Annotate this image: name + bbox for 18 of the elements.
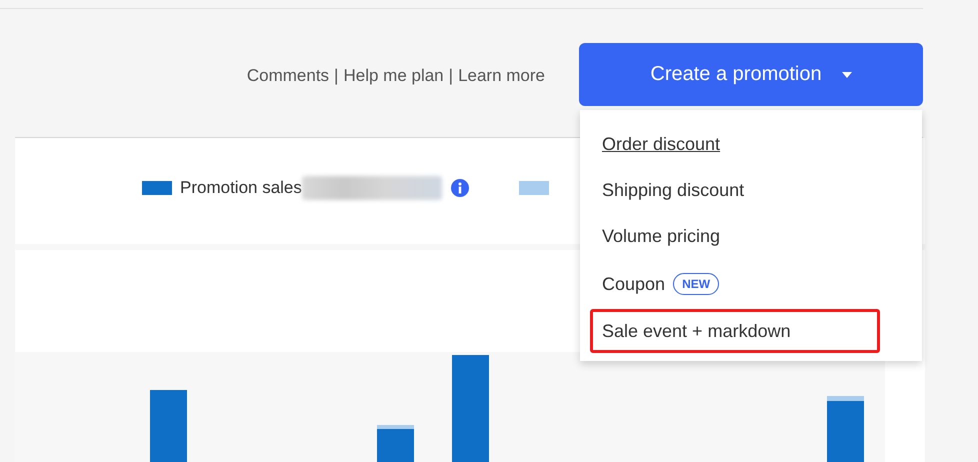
link-separator: | xyxy=(334,66,338,86)
menu-item[interactable]: Coupon NEW xyxy=(590,259,880,309)
menu-item[interactable]: Volume pricing xyxy=(590,213,880,259)
header-link[interactable]: Help me plan xyxy=(343,66,444,86)
header-link[interactable]: Comments xyxy=(246,66,330,86)
legend-label: Promotion sales xyxy=(180,178,302,198)
chart-bar xyxy=(377,425,414,462)
menu-item[interactable]: Shipping discount xyxy=(590,167,880,213)
menu-item[interactable]: Sale event + markdown xyxy=(590,309,880,353)
chart-bar xyxy=(827,396,864,462)
menu-item[interactable]: Order discount xyxy=(590,121,880,167)
header-link[interactable]: Learn more xyxy=(458,66,545,86)
new-badge: NEW xyxy=(673,273,720,295)
link-separator: | xyxy=(448,66,454,86)
create-promotion-button[interactable]: Create a promotion xyxy=(579,43,923,106)
chart-bar xyxy=(150,390,187,462)
caret-icon xyxy=(842,72,852,78)
info-icon[interactable] xyxy=(450,179,469,197)
